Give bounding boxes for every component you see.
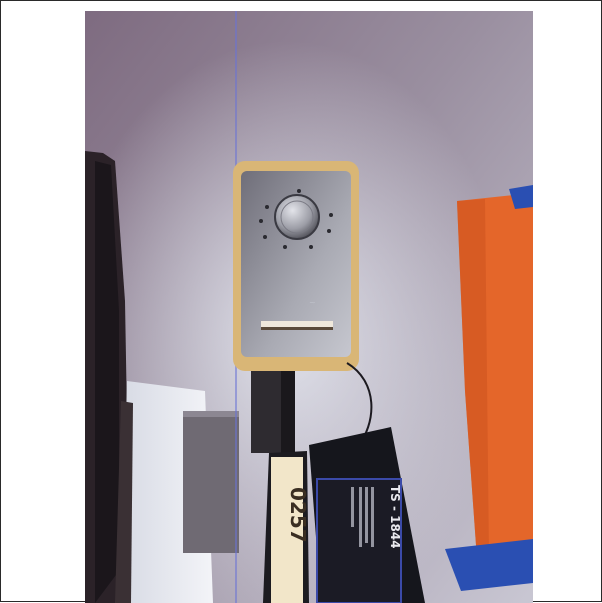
photo-illustration: ~ 0257 TS - 1844 — [85, 11, 533, 603]
cable-label-text: 0257 — [286, 487, 310, 543]
tag-id-text: TS - 1844 — [388, 485, 402, 549]
photograph: ~ 0257 TS - 1844 — [85, 11, 533, 603]
brand-mark: ~ — [309, 298, 316, 307]
scan-frame: ~ 0257 TS - 1844 — [0, 0, 602, 603]
gray-plate — [183, 411, 239, 553]
thermostat-dial — [274, 194, 320, 240]
